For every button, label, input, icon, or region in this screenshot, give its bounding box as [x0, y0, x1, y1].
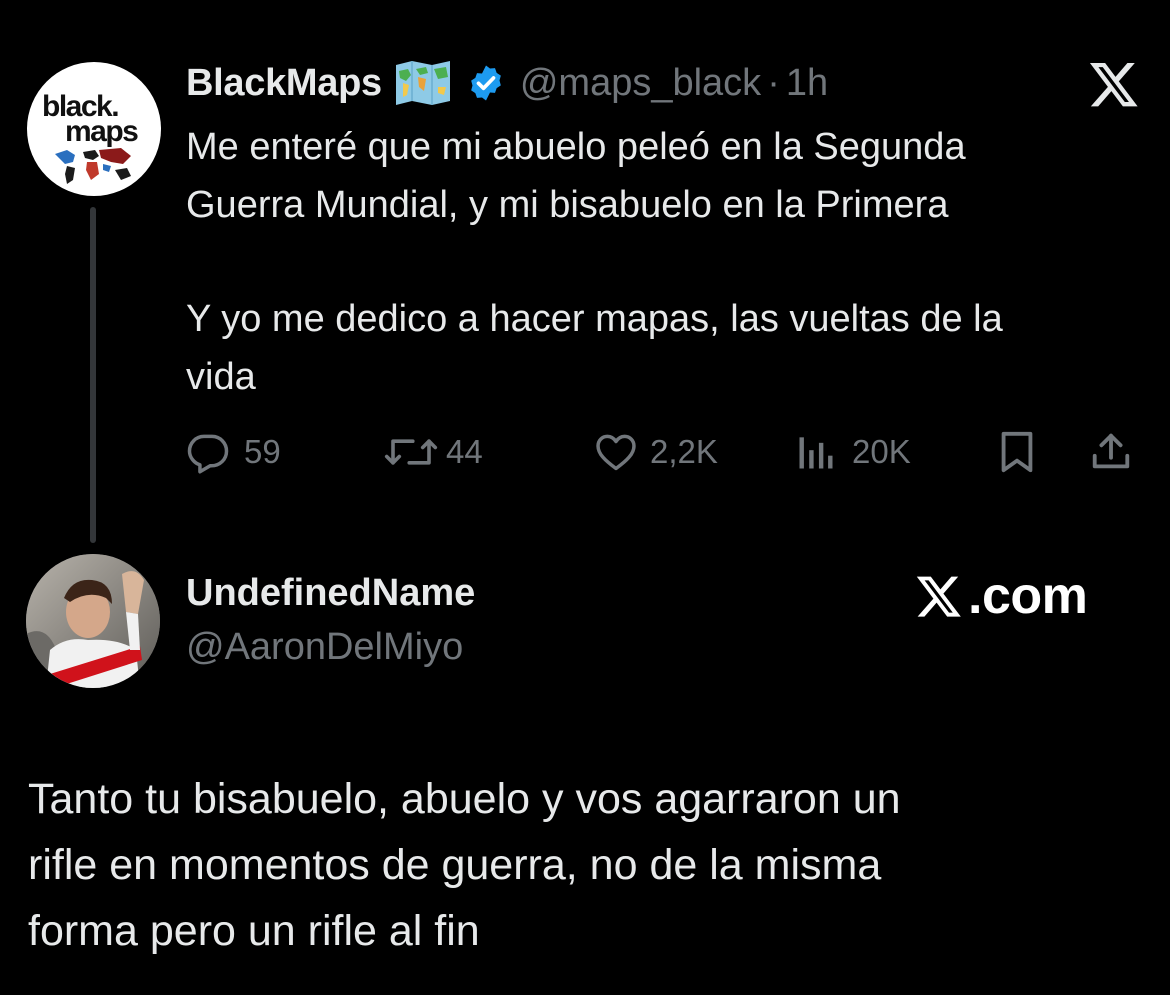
reply-author-avatar[interactable]	[26, 554, 160, 688]
tweet-header: BlackMaps @maps_black · 1h	[186, 58, 828, 108]
x-logo-icon	[1089, 62, 1138, 107]
tweet-text-paragraph-1: Me enteré que mi abuelo peleó en la Segu…	[186, 126, 966, 226]
views-chart-icon	[799, 437, 833, 469]
reply-author-display-name[interactable]: UndefinedName	[186, 572, 475, 615]
bookmark-icon	[1001, 431, 1033, 473]
heart-icon	[596, 434, 636, 471]
x-com-brand: .com	[914, 566, 1088, 626]
like-button[interactable]: 2,2K	[592, 424, 718, 480]
thread-connector-line	[90, 207, 96, 543]
world-map-graphic	[55, 148, 131, 184]
blackmaps-avatar[interactable]: black. maps	[27, 62, 161, 196]
view-count: 20K	[852, 433, 911, 470]
reply-icon	[187, 434, 229, 474]
verified-badge-icon	[471, 65, 501, 101]
author-display-name[interactable]: BlackMaps	[186, 62, 382, 105]
bookmark-button[interactable]	[996, 424, 1038, 480]
repost-button[interactable]: 44	[384, 424, 483, 480]
reply-author-handle[interactable]: @AaronDelMiyo	[186, 626, 463, 669]
world-map-emoji-icon	[395, 61, 450, 105]
author-handle[interactable]: @maps_black	[520, 62, 761, 105]
x-com-suffix: com	[981, 567, 1088, 625]
player-photo	[26, 554, 160, 688]
tweet-timestamp[interactable]: 1h	[786, 62, 828, 105]
tweet-text-paragraph-2: Y yo me dedico a hacer mapas, las vuelta…	[186, 298, 1003, 398]
x-com-label: .com	[968, 567, 1088, 625]
reply-text: Tanto tu bisabuelo, abuelo y vos agarrar…	[28, 775, 901, 955]
like-count: 2,2K	[650, 433, 718, 470]
reply-button[interactable]: 59	[186, 424, 281, 480]
views-button[interactable]: 20K	[796, 424, 911, 480]
repost-icon	[384, 439, 438, 465]
repost-count: 44	[446, 433, 483, 470]
header-separator: ·	[767, 61, 780, 104]
share-icon	[1092, 433, 1130, 469]
avatar-logo-line2: maps	[65, 115, 139, 148]
reply-count: 59	[244, 433, 281, 470]
share-button[interactable]	[1088, 424, 1134, 480]
x-logo-icon	[916, 576, 961, 617]
